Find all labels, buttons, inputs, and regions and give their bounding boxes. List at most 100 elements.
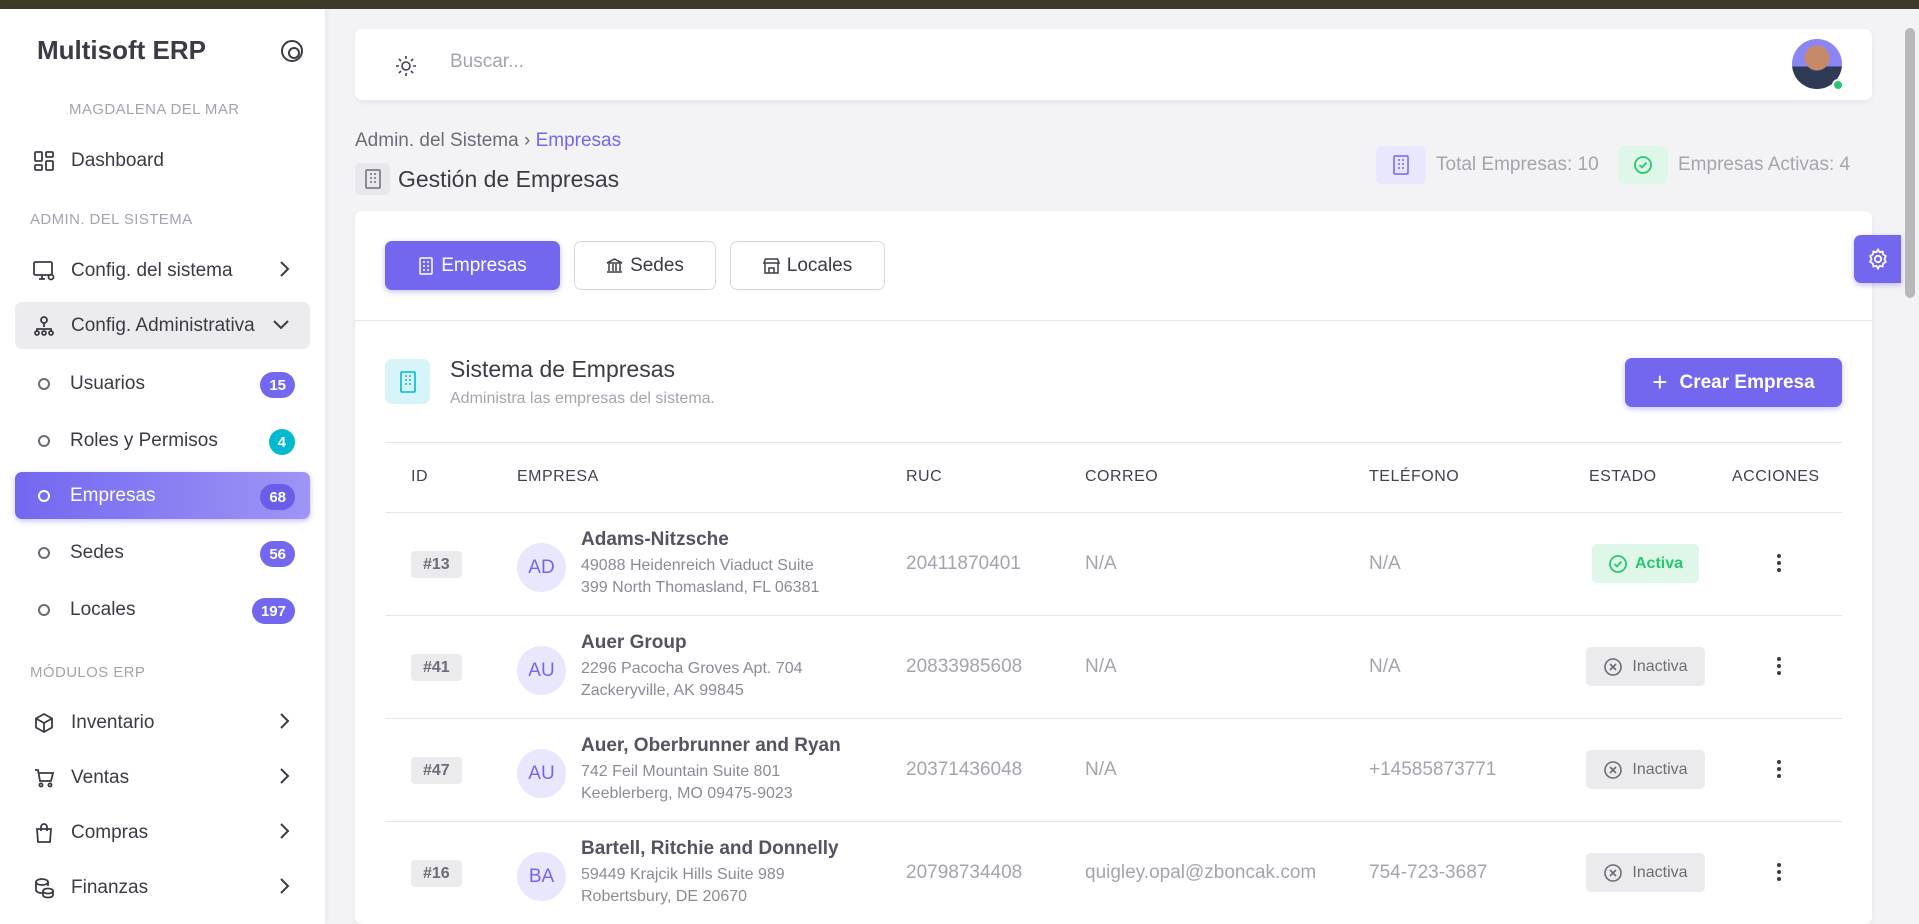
- sidebar-item-dashboard[interactable]: Dashboard: [15, 137, 310, 184]
- sidebar-item-config-administrativa[interactable]: Config. Administrativa: [15, 302, 310, 349]
- more-vertical-icon[interactable]: [1767, 551, 1791, 575]
- chevron-right-icon: [278, 822, 290, 846]
- check-circle-icon: [1609, 554, 1627, 573]
- company-avatar: BA: [517, 852, 566, 901]
- tab-empresas[interactable]: Empresas: [385, 241, 560, 290]
- count-badge: 4: [268, 429, 295, 455]
- stat-active: Empresas Activas: 4: [1618, 146, 1850, 184]
- company-name: MAGDALENA DEL MAR: [69, 101, 240, 118]
- section-admin-heading: ADMIN. DEL SISTEMA: [30, 211, 193, 228]
- create-button-label: Crear Empresa: [1679, 371, 1815, 393]
- sidebar-item-compras[interactable]: Compras: [15, 809, 310, 856]
- tab-label: Locales: [786, 254, 853, 276]
- company-address: 2296 Pacocha Groves Apt. 704 Zackeryville…: [581, 660, 803, 699]
- page-scrollbar[interactable]: [1905, 28, 1915, 298]
- column-header: ACCIONES: [1732, 468, 1820, 485]
- circle-icon: [38, 603, 50, 616]
- sidebar-item-locales[interactable]: Locales 197: [15, 586, 310, 633]
- sidebar-item-label: Locales: [70, 598, 136, 620]
- online-status-dot: [1832, 79, 1844, 91]
- company-address: 742 Feil Mountain Suite 801 Keeblerberg, …: [581, 763, 793, 802]
- phone-cell: +14585873771: [1369, 759, 1497, 780]
- company-name: Auer Group: [581, 632, 687, 653]
- chevron-right-icon: [278, 260, 290, 284]
- brand-title: Multisoft ERP: [37, 35, 206, 65]
- column-header: ESTADO: [1589, 468, 1657, 485]
- company-name: Adams-Nitzsche: [581, 529, 729, 550]
- table-row: #13 AD Adams-Nitzsche 49088 Heidenreich …: [385, 513, 1842, 616]
- email-cell: N/A: [1085, 656, 1117, 677]
- status-badge: Inactiva: [1586, 647, 1705, 686]
- page-title-row: Gestión de Empresas: [355, 163, 619, 195]
- section-title: Sistema de Empresas: [450, 356, 675, 382]
- sidebar-item-label: Compras: [71, 821, 149, 843]
- row-id: #41: [411, 654, 462, 681]
- sidebar-item-usuarios[interactable]: Usuarios 15: [15, 360, 310, 407]
- divider: [355, 320, 1872, 321]
- company-avatar: AU: [517, 749, 566, 798]
- ruc-cell: 20411870401: [906, 553, 1021, 574]
- company-avatar: AU: [517, 646, 566, 695]
- x-circle-icon: [1604, 760, 1623, 779]
- sidebar: Multisoft ERP MAGDALENA DEL MAR Dashboar…: [0, 9, 325, 924]
- sidebar-item-label: Inventario: [71, 711, 155, 733]
- section-subtitle: Administra las empresas del sistema.: [450, 390, 715, 407]
- phone-cell: N/A: [1369, 656, 1401, 677]
- company-address: 59449 Krajcik Hills Suite 989 Robertsbury…: [581, 866, 785, 905]
- sidebar-item-label: Ventas: [71, 766, 130, 788]
- sidebar-item-label: Dashboard: [71, 149, 164, 171]
- main-card: Empresas Sedes Locales Sistema de Empres…: [355, 211, 1872, 924]
- building-icon: [419, 256, 433, 275]
- row-id: #47: [411, 757, 462, 784]
- breadcrumb: Admin. del Sistema › Empresas: [355, 130, 621, 152]
- company-address: 49088 Heidenreich Viaduct Suite 399 North…: [581, 557, 820, 596]
- tab-locales[interactable]: Locales: [730, 241, 885, 290]
- status-badge: Inactiva: [1586, 853, 1705, 892]
- sidebar-item-config-sistema[interactable]: Config. del sistema: [15, 247, 310, 294]
- ruc-cell: 20833985608: [906, 656, 1023, 677]
- customizer-settings-button[interactable]: [1854, 235, 1901, 283]
- column-header: ID: [411, 468, 428, 485]
- tab-label: Empresas: [441, 254, 527, 276]
- more-vertical-icon[interactable]: [1767, 757, 1791, 781]
- column-header: TELÉFONO: [1369, 468, 1460, 485]
- column-header: CORREO: [1085, 468, 1159, 485]
- dashboard-icon: [32, 149, 56, 173]
- x-circle-icon: [1604, 863, 1623, 882]
- create-empresa-button[interactable]: + Crear Empresa: [1625, 358, 1842, 407]
- sidebar-item-inventario[interactable]: Inventario: [15, 699, 310, 746]
- sidebar-item-ventas[interactable]: Ventas: [15, 754, 310, 801]
- company-avatar: AD: [517, 543, 566, 592]
- topbar: [355, 29, 1872, 100]
- sidebar-item-label: Finanzas: [71, 876, 149, 898]
- stat-active-label: Empresas Activas: 4: [1678, 154, 1851, 175]
- sidebar-item-label: Sedes: [70, 541, 124, 563]
- circle-icon: [38, 434, 50, 447]
- table-row: #41 AU Auer Group 2296 Pacocha Groves Ap…: [385, 616, 1842, 719]
- sidebar-item-finanzas[interactable]: Finanzas: [15, 864, 310, 911]
- company-name: Auer, Oberbrunner and Ryan: [581, 735, 841, 756]
- search-input[interactable]: [450, 51, 1050, 73]
- stat-total: Total Empresas: 10: [1376, 146, 1599, 184]
- more-vertical-icon[interactable]: [1767, 654, 1791, 678]
- sidebar-item-label: Usuarios: [70, 372, 145, 394]
- ruc-cell: 20798734408: [906, 862, 1023, 883]
- count-badge: 68: [260, 484, 295, 510]
- plus-icon: +: [1652, 367, 1668, 397]
- sun-icon[interactable]: [395, 55, 417, 82]
- more-vertical-icon[interactable]: [1767, 860, 1791, 884]
- tab-sedes[interactable]: Sedes: [574, 241, 716, 290]
- table-header: ID EMPRESA RUC CORREO TELÉFONO ESTADO AC…: [385, 442, 1842, 513]
- email-cell: quigley.opal@zboncak.com: [1085, 862, 1317, 883]
- sidebar-item-empresas[interactable]: Empresas 68: [15, 472, 310, 519]
- sidebar-toggle-icon[interactable]: [281, 40, 303, 62]
- circle-icon: [38, 377, 50, 390]
- shopping-bag-icon: [32, 821, 56, 845]
- sidebar-item-label: Config. Administrativa: [71, 314, 255, 336]
- sidebar-item-sedes[interactable]: Sedes 56: [15, 529, 310, 576]
- status-badge: Inactiva: [1586, 750, 1705, 789]
- chevron-right-icon: [278, 877, 290, 901]
- sidebar-item-roles[interactable]: Roles y Permisos 4: [15, 417, 310, 464]
- building-icon: [355, 163, 390, 195]
- breadcrumb-parent[interactable]: Admin. del Sistema: [355, 130, 519, 151]
